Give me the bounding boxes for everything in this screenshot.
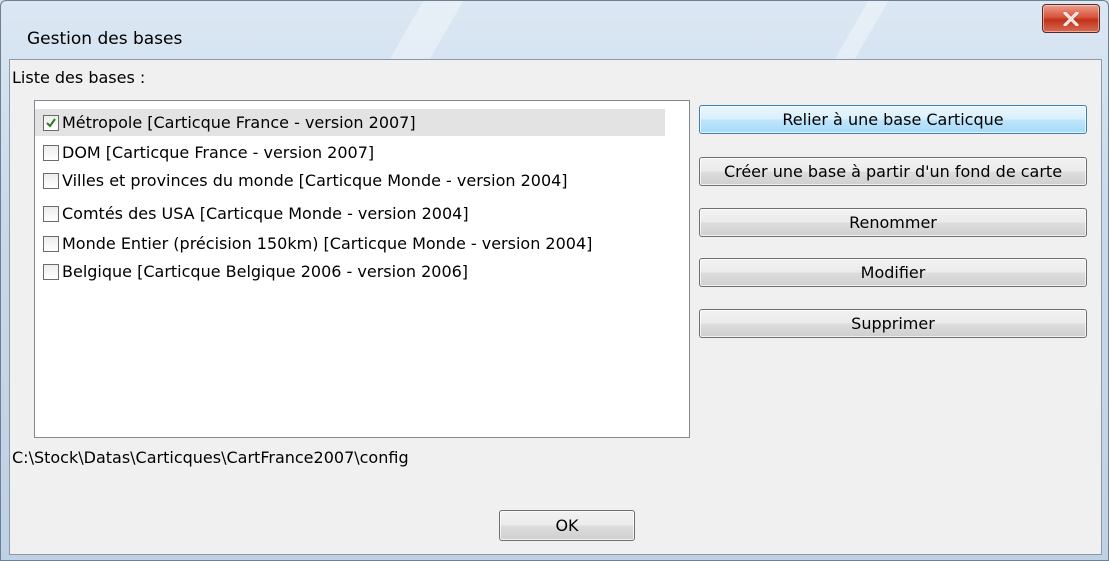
list-item-monde[interactable]: Monde Entier (précision 150km) [Carticqu…: [35, 230, 592, 257]
list-item-label: Comtés des USA [Carticque Monde - versio…: [62, 204, 469, 223]
window-title: Gestion des bases: [27, 29, 183, 49]
checkbox[interactable]: [43, 144, 59, 161]
check-icon: [46, 117, 56, 128]
list-label: Liste des bases :: [12, 68, 146, 87]
ok-button[interactable]: OK: [499, 510, 635, 541]
list-item-belgique[interactable]: Belgique [Carticque Belgique 2006 - vers…: [35, 258, 468, 285]
dialog-content: Liste des bases : Métropole [Carticque F…: [9, 59, 1102, 555]
checkbox[interactable]: [43, 235, 59, 252]
link-base-button[interactable]: Relier à une base Carticque: [699, 105, 1087, 134]
list-item-comtes[interactable]: Comtés des USA [Carticque Monde - versio…: [35, 200, 469, 227]
checkbox-checked[interactable]: [43, 114, 59, 131]
rename-button[interactable]: Renommer: [699, 208, 1087, 237]
checkbox[interactable]: [43, 172, 59, 189]
close-icon: [1063, 11, 1079, 26]
checkbox[interactable]: [43, 205, 59, 222]
list-item-label: Villes et provinces du monde [Carticque …: [62, 171, 568, 190]
list-item-villes[interactable]: Villes et provinces du monde [Carticque …: [35, 167, 568, 194]
title-bar[interactable]: Gestion des bases: [1, 1, 1108, 59]
modify-button[interactable]: Modifier: [699, 258, 1087, 287]
list-item-metropole[interactable]: Métropole [Carticque France - version 20…: [35, 109, 665, 136]
delete-button[interactable]: Supprimer: [699, 309, 1087, 338]
list-item-label: DOM [Carticque France - version 2007]: [62, 143, 375, 162]
close-button[interactable]: [1042, 4, 1100, 33]
checkbox[interactable]: [43, 263, 59, 280]
create-base-button[interactable]: Créer une base à partir d'un fond de car…: [699, 157, 1087, 186]
bases-listbox[interactable]: Métropole [Carticque France - version 20…: [34, 100, 690, 438]
list-item-label: Monde Entier (précision 150km) [Carticqu…: [62, 234, 593, 253]
list-item-dom[interactable]: DOM [Carticque France - version 2007]: [35, 139, 374, 166]
list-item-label: Métropole [Carticque France - version 20…: [62, 113, 416, 132]
list-item-label: Belgique [Carticque Belgique 2006 - vers…: [62, 262, 469, 281]
config-path: C:\Stock\Datas\Carticques\CartFrance2007…: [12, 448, 409, 467]
dialog-window: Gestion des bases Liste des bases : Métr…: [0, 0, 1109, 561]
